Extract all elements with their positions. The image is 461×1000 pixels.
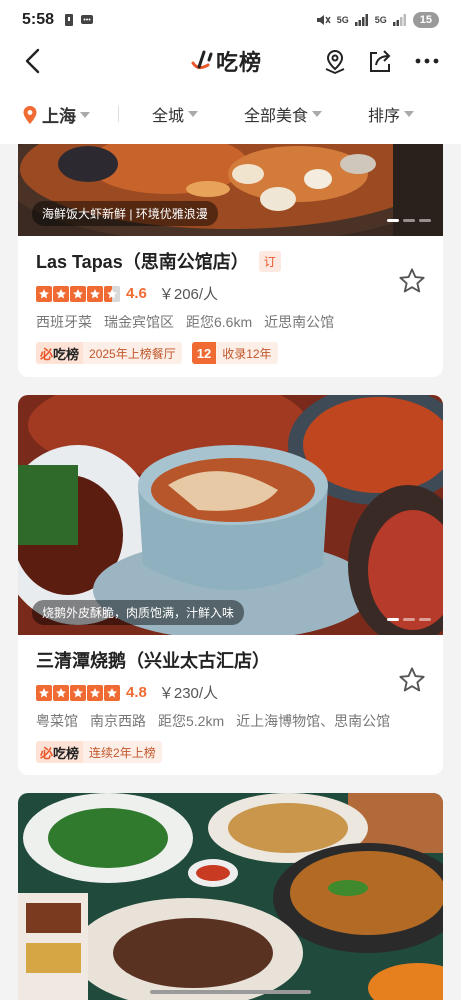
star-icon: [87, 684, 103, 701]
star-outline-icon: [399, 268, 425, 293]
star-icon: [104, 684, 120, 701]
cuisine: 粤菜馆: [36, 713, 78, 729]
location-pin-icon: [325, 49, 345, 74]
divider: [118, 106, 119, 122]
photo-caption: 烧鹅外皮酥脆，肉质饱满，汁鲜入味: [32, 600, 245, 625]
favorite-button[interactable]: [397, 266, 427, 296]
avg-price: ￥230/人: [158, 685, 219, 702]
rank-text: 2025年上榜餐厅: [89, 346, 176, 361]
share-icon: [370, 50, 391, 72]
sort-label: 排序: [368, 108, 401, 125]
category-filter[interactable]: 全部美食: [244, 102, 323, 126]
logo-mark-icon: [191, 50, 213, 70]
share-button[interactable]: [363, 44, 397, 78]
sort-filter[interactable]: 排序: [368, 102, 415, 126]
sim-card-icon: [65, 14, 74, 26]
landmark: 近上海博物馆、思南公馆: [236, 713, 391, 729]
star-icon: [53, 684, 69, 701]
area-label: 全城: [152, 108, 185, 125]
chevron-down-icon: [312, 111, 323, 117]
distance: 距您6.6km: [186, 314, 253, 330]
years-text: 收录12年: [222, 346, 272, 361]
city-label: 上海: [42, 107, 76, 126]
app-logo: 吃榜: [190, 46, 262, 76]
filter-bar: 上海 全城 全部美食 排序: [0, 82, 461, 144]
battery-indicator: 15: [412, 12, 439, 28]
location-pin-icon: [23, 105, 37, 124]
star-icon: [70, 285, 86, 302]
mini-logo: 必吃榜: [36, 741, 84, 763]
back-arrow-icon: [25, 48, 40, 74]
top-nav: 吃榜: [0, 40, 461, 82]
signal-bars-icon: [392, 14, 406, 26]
more-button[interactable]: [410, 44, 444, 78]
restaurant-name: Las Tapas（思南公馆店）: [36, 252, 249, 272]
restaurant-card[interactable]: [18, 793, 443, 1000]
restaurant-photo[interactable]: 烧鹅外皮酥脆，肉质饱满，汁鲜入味: [18, 395, 443, 635]
restaurant-photo[interactable]: 海鲜饭大虾新鲜 | 环境优雅浪漫: [18, 144, 443, 236]
mini-logo: 必吃榜: [36, 342, 84, 364]
star-rating: [36, 285, 120, 302]
rank-badge: 必吃榜 2025年上榜餐厅: [36, 342, 182, 364]
restaurant-card[interactable]: 烧鹅外皮酥脆，肉质饱满，汁鲜入味 三清潭烧鹅（兴业太古汇店） 4.8 ￥230/…: [18, 395, 443, 775]
half-star-icon: [104, 285, 120, 302]
city-filter[interactable]: 上海: [22, 102, 90, 127]
star-outline-icon: [399, 667, 425, 692]
mute-icon: [316, 15, 331, 25]
signal-5g-1: 5G: [336, 15, 349, 25]
restaurant-name: 三清潭烧鹅（兴业太古汇店）: [36, 651, 270, 671]
signal-5g-2: 5G: [374, 15, 387, 25]
favorite-button[interactable]: [397, 665, 427, 695]
restaurant-meta: 粤菜馆 南京西路 距您5.2km 近上海博物馆、思南公馆: [36, 711, 425, 731]
status-bar: 5:58 5G 5G 15: [0, 0, 461, 40]
logo-word: 吃榜: [216, 50, 263, 75]
star-icon: [87, 285, 103, 302]
restaurant-card[interactable]: 海鲜饭大虾新鲜 | 环境优雅浪漫 Las Tapas（思南公馆店） 订 4.6 …: [18, 144, 443, 377]
rating-score: 4.8: [126, 684, 147, 701]
cantonese-dishes-image: [18, 793, 443, 1000]
chevron-down-icon: [80, 111, 90, 118]
star-icon: [53, 285, 69, 302]
category-label: 全部美食: [244, 108, 309, 125]
area: 南京西路: [90, 713, 146, 729]
carousel-dots: [387, 219, 431, 222]
cuisine: 西班牙菜: [36, 314, 92, 330]
chevron-down-icon: [404, 111, 415, 117]
more-icon: [415, 58, 439, 64]
rating-score: 4.6: [126, 285, 147, 302]
status-time: 5:58: [22, 11, 55, 28]
rank-text: 连续2年上榜: [89, 745, 156, 760]
chevron-down-icon: [188, 111, 199, 117]
restaurant-meta: 西班牙菜 瑞金宾馆区 距您6.6km 近思南公馆: [36, 312, 425, 332]
carousel-dots: [387, 618, 431, 621]
home-indicator[interactable]: [150, 990, 311, 994]
roast-goose-image: [18, 395, 443, 635]
photo-caption: 海鲜饭大虾新鲜 | 环境优雅浪漫: [32, 201, 218, 226]
star-rating: [36, 684, 120, 701]
rank-badge: 必吃榜 连续2年上榜: [36, 741, 162, 763]
avg-price: ￥206/人: [158, 286, 219, 303]
signal-bars-icon: [354, 14, 368, 26]
restaurant-photo[interactable]: [18, 793, 443, 1000]
message-icon: [81, 15, 94, 24]
back-button[interactable]: [16, 44, 50, 78]
years-number: 12: [191, 342, 217, 364]
star-icon: [36, 285, 52, 302]
location-button[interactable]: [318, 44, 352, 78]
booking-tag: 订: [258, 250, 281, 272]
star-icon: [36, 684, 52, 701]
landmark: 近思南公馆: [264, 314, 335, 330]
star-icon: [70, 684, 86, 701]
area-filter[interactable]: 全城: [152, 102, 199, 126]
years-badge: 12 收录12年: [191, 342, 278, 364]
area: 瑞金宾馆区: [104, 314, 174, 330]
distance: 距您5.2km: [158, 713, 225, 729]
